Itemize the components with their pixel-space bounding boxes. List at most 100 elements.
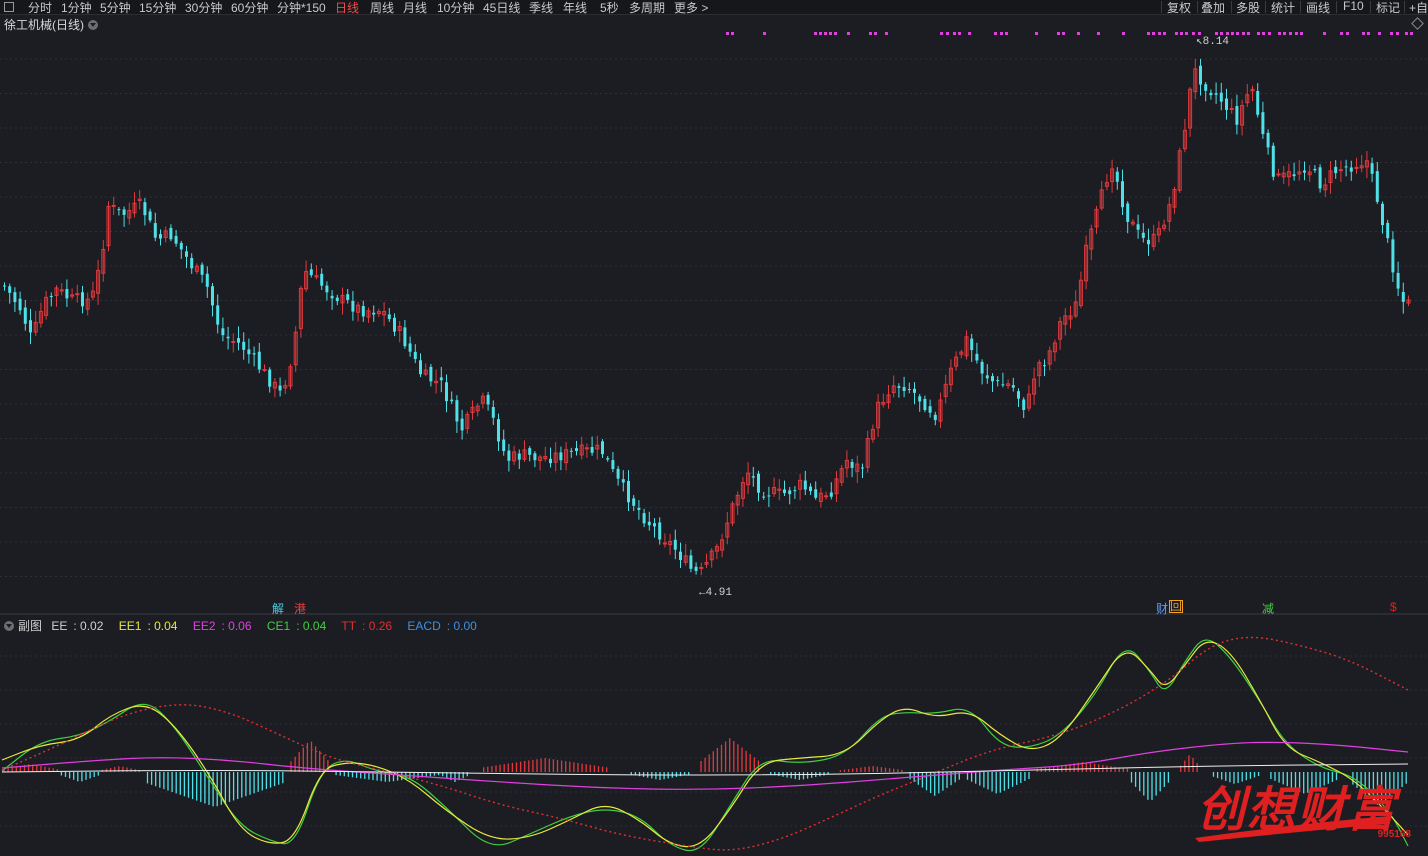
candle-body (1375, 171, 1379, 202)
event-mark-buyback[interactable]: 回 (1169, 600, 1184, 613)
indicator-ce1: CE1: 0.04 (266, 619, 327, 633)
candle-body (803, 480, 807, 490)
candle-body (122, 209, 126, 215)
candle-body (190, 257, 194, 269)
candle-body (647, 521, 651, 526)
candle-body (783, 489, 786, 494)
candle-body (497, 419, 500, 442)
candle-body (1313, 168, 1317, 171)
candle-body (793, 490, 797, 492)
candle-body (1349, 167, 1353, 172)
candle-body (991, 376, 994, 382)
indicator-dropdown-icon[interactable] (4, 620, 14, 631)
candle-body (148, 211, 152, 221)
event-mark-unlock[interactable]: 解 (272, 600, 284, 617)
candle-body (216, 305, 220, 325)
signal-dot (1000, 32, 1003, 35)
candle-body (788, 490, 792, 495)
indicator-ee1: EE1: 0.04 (118, 619, 178, 633)
candle-body (985, 375, 989, 379)
indicator-label[interactable]: 副图 (18, 619, 42, 633)
candle-body (814, 489, 818, 498)
candle-body (1121, 181, 1124, 208)
candle-body (996, 380, 1000, 382)
candle-body (419, 360, 422, 375)
candle-body (18, 298, 22, 311)
signal-dot (1262, 32, 1265, 35)
candle-body (1318, 167, 1322, 189)
candle-body (642, 513, 646, 524)
candle-body (829, 492, 833, 497)
candle-body (850, 461, 854, 468)
signal-dot (763, 32, 766, 35)
candle-body (980, 361, 984, 374)
candle-body (211, 286, 214, 306)
signal-dot (1283, 32, 1286, 35)
candle-body (65, 289, 69, 299)
low-arrow-icon: ← (699, 587, 706, 599)
candle-body (1261, 112, 1265, 135)
candle-body (662, 542, 667, 545)
candle-body (1401, 292, 1405, 302)
candle-body (1391, 239, 1395, 273)
candle-body (1219, 92, 1223, 102)
candle-body (309, 269, 313, 276)
candle-body (247, 349, 251, 355)
candle-body (653, 523, 656, 527)
signal-dot (834, 32, 837, 35)
event-mark-finance[interactable]: 财 (1156, 600, 1168, 617)
candle-body (325, 285, 329, 293)
event-mark-reduce[interactable]: 减 (1262, 600, 1274, 617)
candle-body (679, 551, 682, 561)
candle-body (117, 209, 121, 211)
signal-dot (1300, 32, 1303, 35)
signal-dot (1289, 32, 1292, 35)
event-mark-dividend[interactable]: $ (1390, 600, 1397, 614)
candle-body (928, 406, 932, 413)
signal-dot (829, 32, 832, 35)
signal-dot (958, 32, 961, 35)
candle-body (559, 452, 563, 461)
candle-body (637, 507, 641, 510)
candle-body (502, 439, 506, 452)
candle-body (1271, 145, 1275, 177)
candle-body (970, 338, 974, 351)
candle-body (621, 479, 625, 483)
signal-dot (1231, 32, 1234, 35)
event-mark-hk[interactable]: 港 (294, 600, 306, 617)
candle-body (439, 377, 443, 381)
candle-body (517, 453, 521, 460)
candle-body (320, 273, 324, 286)
candle-body (262, 369, 267, 372)
kline-chart[interactable] (0, 0, 1428, 856)
indicator-header: 副图 EE: 0.02 EE1: 0.04 EE2: 0.06 CE1: 0.0… (4, 617, 489, 634)
signal-dot (1257, 32, 1260, 35)
candle-body (1256, 90, 1260, 115)
signal-dot (946, 32, 949, 35)
candle-body (408, 343, 412, 352)
candle-body (611, 460, 615, 469)
candle-body (1334, 166, 1338, 174)
candle-body (1115, 171, 1119, 182)
candle-body (450, 399, 454, 402)
indicator-ee2: EE2: 0.06 (192, 619, 252, 633)
indicator-eacd: EACD: 0.00 (407, 619, 477, 633)
candle-body (335, 297, 339, 302)
candle-body (1022, 399, 1026, 410)
candle-body (29, 320, 32, 333)
candle-body (174, 235, 178, 244)
candle-body (257, 351, 261, 370)
signal-dot (1062, 32, 1065, 35)
candle-body (351, 300, 355, 312)
indicator-ee: EE: 0.02 (51, 619, 104, 633)
candle-body (242, 341, 246, 350)
candle-body (1396, 272, 1400, 289)
candle-body (185, 251, 188, 257)
candle-body (923, 398, 927, 411)
candle-body (3, 285, 6, 287)
candle-body (507, 450, 511, 461)
signal-dot (1390, 32, 1393, 35)
signal-dot (814, 32, 817, 35)
candle-body (1381, 203, 1384, 226)
signal-dot (1346, 32, 1349, 35)
